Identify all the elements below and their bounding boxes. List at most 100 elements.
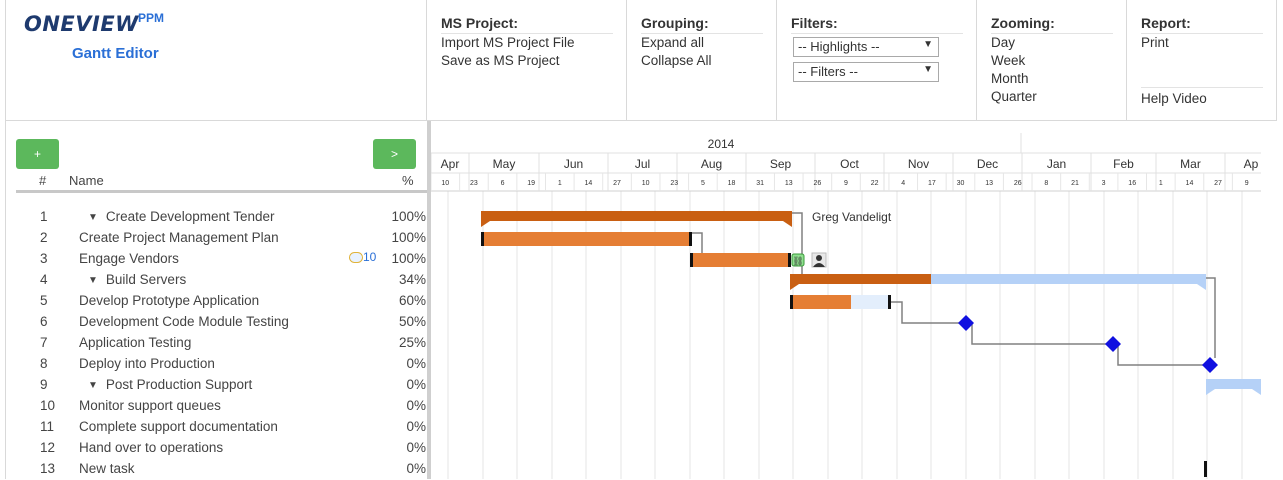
highlights-select[interactable]: -- Highlights -- ▼ bbox=[793, 37, 939, 57]
task-percent: 0% bbox=[406, 356, 426, 371]
task-number: 7 bbox=[40, 335, 48, 350]
task-percent: 100% bbox=[391, 251, 426, 266]
bar-end-handle[interactable] bbox=[689, 232, 692, 246]
task-row[interactable]: 1 ▼ Create Development Tender 100% bbox=[6, 207, 428, 228]
bar-start-handle[interactable] bbox=[481, 232, 484, 246]
task-name[interactable]: Complete support documentation bbox=[79, 419, 278, 434]
summary-bar-post-production-support-remaining[interactable] bbox=[1206, 379, 1261, 389]
help-video-link[interactable]: Help Video bbox=[1141, 91, 1207, 106]
day-label: 22 bbox=[871, 180, 879, 187]
report-title: Report: bbox=[1141, 15, 1263, 34]
comments-badge[interactable]: 10 bbox=[349, 250, 376, 264]
add-task-button[interactable]: + bbox=[16, 139, 59, 169]
import-ms-project-link[interactable]: Import MS Project File bbox=[441, 35, 575, 50]
link-icon-glyph: ⛓ bbox=[792, 256, 803, 266]
zoom-week-link[interactable]: Week bbox=[991, 53, 1025, 68]
zooming-section: Zooming: Day Week Month Quarter bbox=[976, 0, 1126, 120]
bar-end-handle[interactable] bbox=[888, 295, 891, 309]
logo-subtitle: Gantt Editor bbox=[72, 45, 159, 62]
zoom-day-link[interactable]: Day bbox=[991, 35, 1015, 50]
column-header-number: # bbox=[39, 173, 47, 188]
task-row[interactable]: 3 Engage Vendors 10 100% bbox=[6, 249, 428, 270]
month-label: Dec bbox=[977, 157, 998, 171]
task-row[interactable]: 11 Complete support documentation 0% bbox=[6, 417, 428, 438]
task-bar-project-management-plan-progress[interactable] bbox=[481, 232, 692, 246]
task-percent: 100% bbox=[391, 209, 426, 224]
task-row[interactable]: 8 Deploy into Production 0% bbox=[6, 354, 428, 375]
task-name[interactable]: Engage Vendors bbox=[79, 251, 179, 266]
month-label: Jan bbox=[1047, 157, 1066, 171]
gantt-chart: 2014 Apr May Jun Jul Aug Sep Oct Nov Dec Jan Feb Mar… bbox=[431, 121, 1261, 479]
task-bar-develop-prototype-progress[interactable] bbox=[790, 295, 851, 309]
task-row[interactable]: 7 Application Testing 25% bbox=[6, 333, 428, 354]
bar-start-handle[interactable] bbox=[690, 253, 693, 267]
task-name[interactable]: Develop Prototype Application bbox=[79, 293, 259, 308]
task-grid: + > # Name % 1 ▼ Create Development Tender… bbox=[5, 121, 428, 480]
bar-start-handle[interactable] bbox=[1204, 461, 1207, 477]
task-name[interactable]: New task bbox=[79, 461, 135, 476]
header-divider bbox=[16, 190, 428, 193]
summary-bar-create-development-tender-done[interactable] bbox=[481, 211, 792, 221]
collapse-triangle-icon[interactable]: ▼ bbox=[88, 275, 98, 286]
summary-end-tip bbox=[1197, 284, 1206, 290]
column-header-percent: % bbox=[402, 173, 414, 188]
day-label: 31 bbox=[756, 180, 764, 187]
task-name[interactable]: Create Project Management Plan bbox=[79, 230, 279, 245]
task-row[interactable]: 13 New task 0% bbox=[6, 459, 428, 480]
task-row[interactable]: 12 Hand over to operations 0% bbox=[6, 438, 428, 459]
column-header-name[interactable]: Name bbox=[69, 173, 104, 188]
summary-bar-build-servers-done[interactable] bbox=[790, 274, 931, 284]
task-row[interactable]: 5 Develop Prototype Application 60% bbox=[6, 291, 428, 312]
save-ms-project-link[interactable]: Save as MS Project bbox=[441, 53, 560, 68]
month-label: Sep bbox=[770, 157, 792, 171]
bar-start-handle[interactable] bbox=[790, 295, 793, 309]
task-row[interactable]: 2 Create Project Management Plan 100% bbox=[6, 228, 428, 249]
summary-end-tip bbox=[1252, 389, 1261, 395]
filters-title: Filters: bbox=[791, 15, 963, 34]
task-number: 5 bbox=[40, 293, 48, 308]
expand-all-link[interactable]: Expand all bbox=[641, 35, 704, 50]
day-label: 1 bbox=[558, 180, 562, 187]
dependency-link bbox=[1201, 277, 1216, 358]
task-name[interactable]: Hand over to operations bbox=[79, 440, 223, 455]
task-name[interactable]: Development Code Module Testing bbox=[79, 314, 289, 329]
task-name[interactable]: ▼ Post Production Support bbox=[88, 377, 252, 392]
collapse-triangle-icon[interactable]: ▼ bbox=[88, 212, 98, 223]
task-name[interactable]: Application Testing bbox=[79, 335, 191, 350]
milestone-deploy-production[interactable] bbox=[1202, 357, 1218, 373]
month-label: Nov bbox=[908, 157, 929, 171]
task-bar-engage-vendors-progress[interactable] bbox=[690, 253, 791, 267]
task-row[interactable]: 4 ▼ Build Servers 34% bbox=[6, 270, 428, 291]
month-label: Ap bbox=[1244, 157, 1259, 171]
logo: ONEVIEW PPM Gantt Editor bbox=[24, 11, 184, 72]
task-row[interactable]: 10 Monitor support queues 0% bbox=[6, 396, 428, 417]
summary-start-tip bbox=[481, 221, 490, 227]
task-name[interactable]: Monitor support queues bbox=[79, 398, 221, 413]
expand-grid-button[interactable]: > bbox=[373, 139, 416, 169]
bar-end-handle[interactable] bbox=[788, 253, 791, 267]
collapse-triangle-icon[interactable]: ▼ bbox=[88, 380, 98, 391]
task-number: 13 bbox=[40, 461, 56, 476]
task-number: 8 bbox=[40, 356, 48, 371]
print-link[interactable]: Print bbox=[1141, 35, 1169, 50]
zoom-month-link[interactable]: Month bbox=[991, 71, 1029, 86]
task-number: 4 bbox=[40, 272, 48, 287]
task-name[interactable]: ▼ Build Servers bbox=[88, 272, 186, 287]
avatar-head bbox=[816, 255, 822, 261]
task-row[interactable]: 6 Development Code Module Testing 50% bbox=[6, 312, 428, 333]
day-label: 6 bbox=[501, 180, 505, 187]
collapse-all-link[interactable]: Collapse All bbox=[641, 53, 712, 68]
report-divider bbox=[1141, 87, 1263, 88]
task-name[interactable]: Deploy into Production bbox=[79, 356, 215, 371]
task-row[interactable]: 9 ▼ Post Production Support 0% bbox=[6, 375, 428, 396]
month-label: Oct bbox=[840, 157, 859, 171]
filters-select[interactable]: -- Filters -- ▼ bbox=[793, 62, 939, 82]
task-number: 2 bbox=[40, 230, 48, 245]
resource-label: Greg Vandeligt bbox=[812, 210, 892, 224]
zoom-quarter-link[interactable]: Quarter bbox=[991, 89, 1037, 104]
summary-bar-build-servers-remaining[interactable] bbox=[931, 274, 1206, 284]
ms-project-section: MS Project: Import MS Project File Save … bbox=[426, 0, 626, 120]
toolbar: ONEVIEW PPM Gantt Editor MS Project: Imp… bbox=[5, 0, 1277, 121]
task-name[interactable]: ▼ Create Development Tender bbox=[88, 209, 275, 224]
month-label: Jun bbox=[564, 157, 583, 171]
